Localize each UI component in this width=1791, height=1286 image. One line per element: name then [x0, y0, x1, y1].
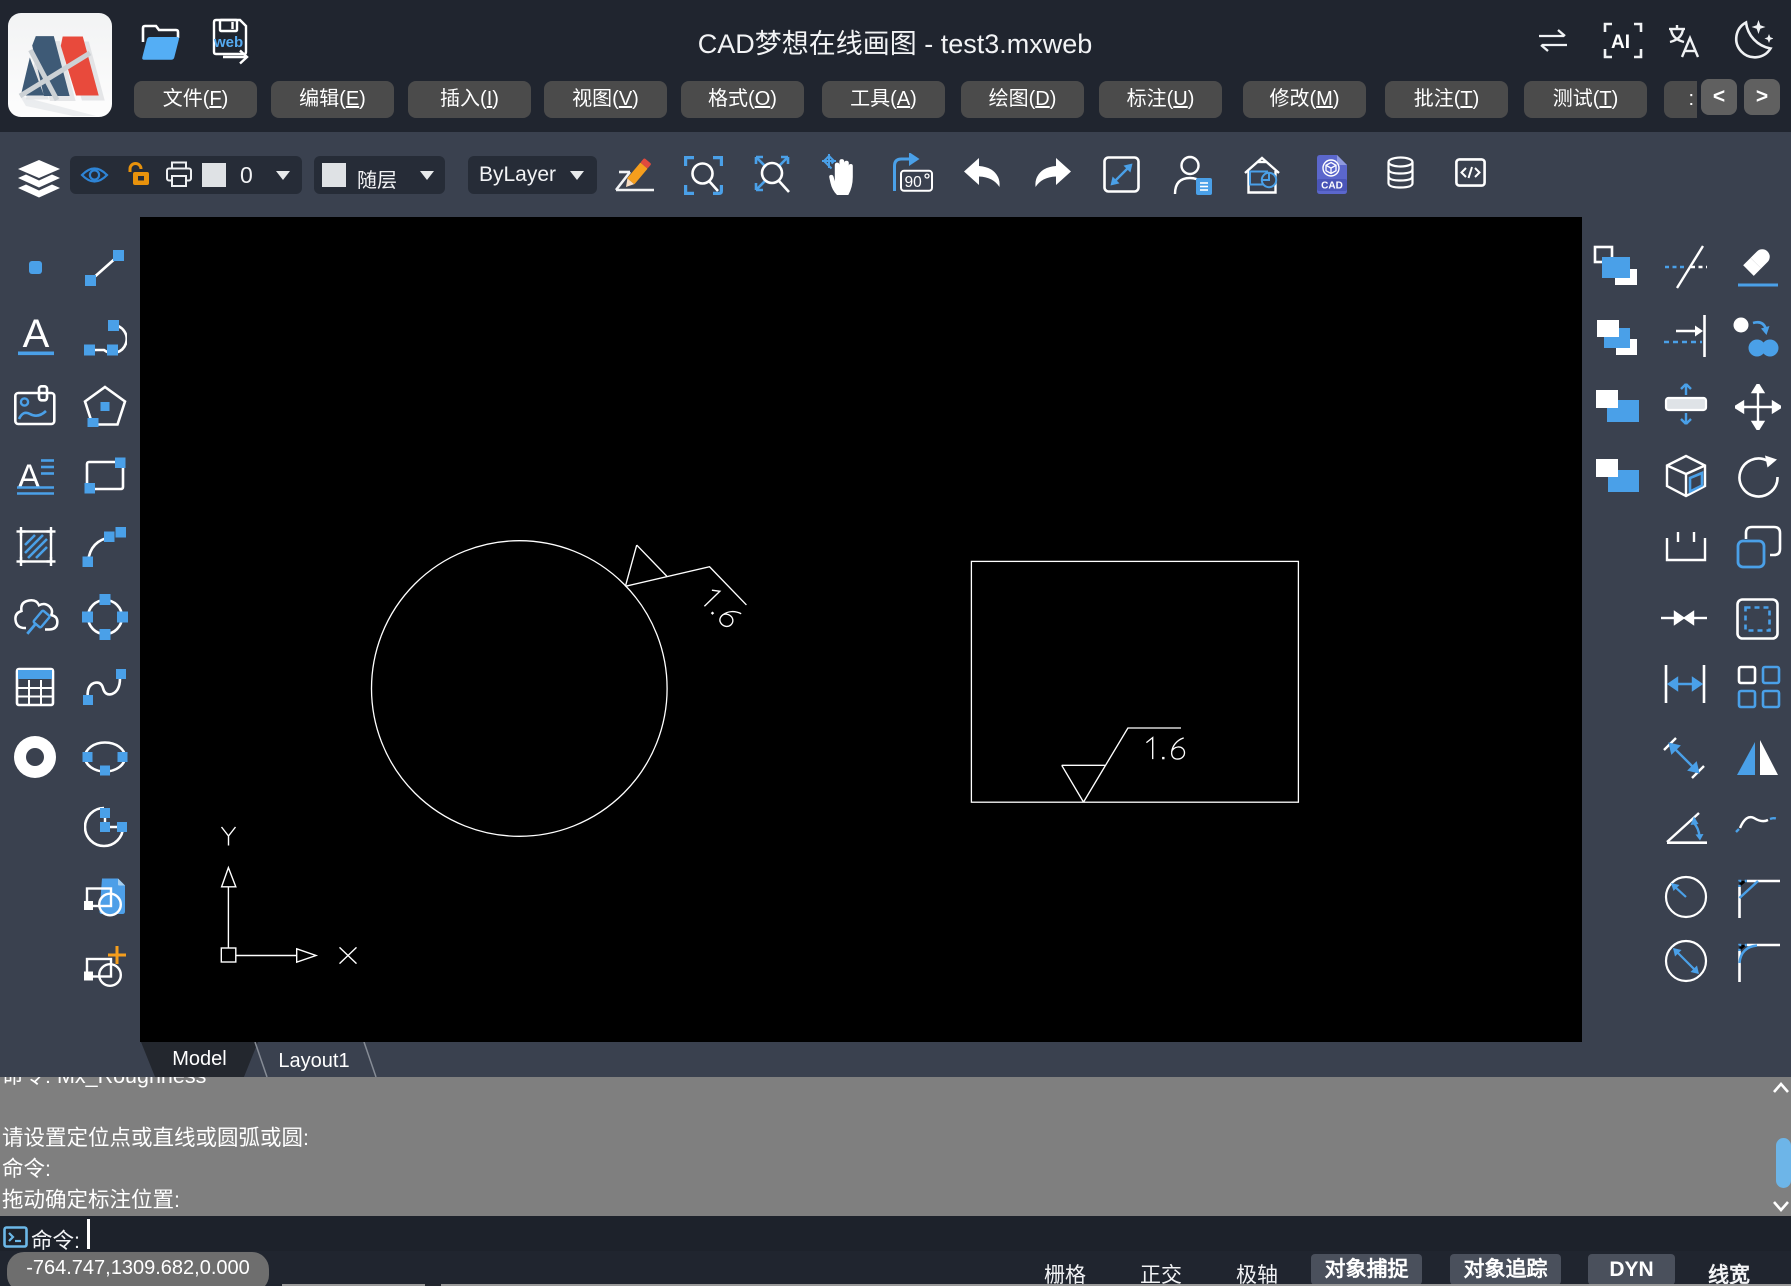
svg-text:Layout1: Layout1	[278, 1050, 349, 1072]
svg-text:90: 90	[905, 174, 923, 191]
svg-text:CAD: CAD	[1321, 181, 1343, 192]
svg-text:A: A	[23, 314, 50, 356]
svg-text:A: A	[18, 458, 41, 496]
svg-text:AI: AI	[1611, 32, 1630, 53]
svg-text:web: web	[213, 34, 243, 51]
